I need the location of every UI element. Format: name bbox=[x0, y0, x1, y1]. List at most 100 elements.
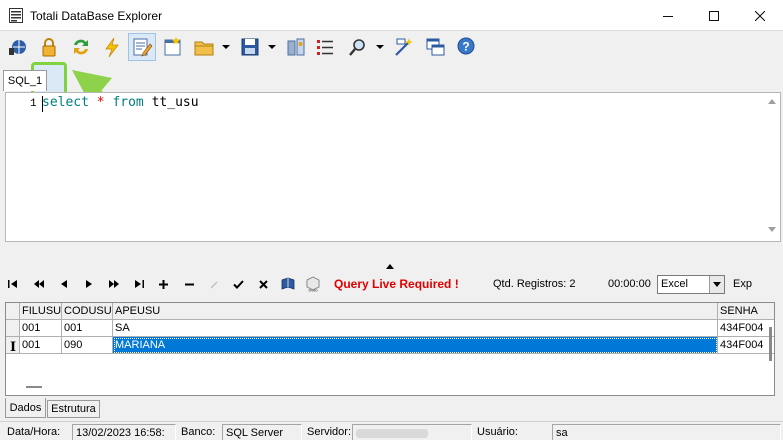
nav-next-button[interactable] bbox=[80, 275, 98, 293]
grid-cell[interactable]: 434F004 bbox=[718, 337, 774, 354]
status-banco-label: Banco: bbox=[181, 426, 216, 438]
status-usuario-label: Usuário: bbox=[477, 426, 518, 438]
line-gutter: 1 bbox=[6, 93, 40, 241]
grid-indicator-header bbox=[6, 303, 20, 320]
nav-edit-button[interactable] bbox=[205, 275, 223, 293]
next-page-icon bbox=[109, 280, 119, 288]
minimize-button[interactable] bbox=[645, 0, 691, 31]
properties-button[interactable] bbox=[282, 33, 310, 61]
check-icon bbox=[232, 279, 244, 289]
tab-sql-1[interactable]: SQL_1 bbox=[3, 70, 47, 91]
grid-horizontal-scrollbar[interactable] bbox=[26, 386, 42, 388]
close-button[interactable] bbox=[737, 0, 783, 31]
status-usuario-value: sa bbox=[552, 424, 781, 440]
lock-button[interactable] bbox=[35, 33, 63, 61]
column-header-apeusu[interactable]: APEUSU bbox=[113, 303, 718, 320]
status-datahora-value: 13/02/2023 16:58: bbox=[72, 424, 176, 440]
grid-cell[interactable]: 001 bbox=[62, 320, 113, 337]
find-button[interactable] bbox=[344, 33, 372, 61]
prior-icon bbox=[61, 280, 67, 288]
save-icon bbox=[241, 38, 259, 56]
export-format-select[interactable]: Excel bbox=[657, 275, 725, 294]
first-icon bbox=[8, 280, 17, 288]
sql-editor[interactable]: 1 select * from tt_usu bbox=[5, 92, 781, 242]
grid-cell[interactable]: 001 bbox=[20, 337, 62, 354]
wizard-button[interactable] bbox=[390, 33, 418, 61]
nav-post-button[interactable] bbox=[229, 275, 247, 293]
splitter-arrow-icon[interactable] bbox=[386, 264, 394, 269]
scroll-thumb[interactable] bbox=[769, 327, 772, 361]
grid-vertical-scrollbar[interactable] bbox=[768, 321, 774, 381]
column-header-filusu[interactable]: FILUSU bbox=[20, 303, 62, 320]
nav-next-page-button[interactable] bbox=[105, 275, 123, 293]
app-icon bbox=[9, 8, 23, 23]
status-servidor-value bbox=[352, 424, 472, 440]
open-dropdown[interactable] bbox=[222, 43, 230, 51]
status-datahora-label: Data/Hora: bbox=[7, 426, 61, 438]
grid-cell[interactable]: 434F004 bbox=[718, 320, 774, 337]
nav-first-button[interactable] bbox=[4, 275, 22, 293]
edit-icon bbox=[133, 38, 153, 57]
new-button[interactable] bbox=[159, 33, 187, 61]
last-icon bbox=[135, 280, 144, 288]
grid-cell[interactable]: SA bbox=[113, 320, 718, 337]
grid-cell[interactable]: 090 bbox=[62, 337, 113, 354]
keyword-from: from bbox=[112, 95, 144, 110]
windows-button[interactable] bbox=[421, 33, 449, 61]
editor-scrollbar[interactable] bbox=[764, 93, 780, 241]
refresh-icon bbox=[74, 39, 88, 55]
line-number: 1 bbox=[30, 98, 37, 110]
new-icon bbox=[164, 37, 181, 56]
row-indicator[interactable] bbox=[6, 320, 20, 337]
text-cursor-icon: I bbox=[10, 340, 17, 355]
nav-insert-button[interactable] bbox=[154, 275, 172, 293]
edit-button[interactable] bbox=[128, 33, 156, 61]
minimize-icon bbox=[663, 15, 673, 17]
status-servidor-label: Servidor: bbox=[307, 426, 352, 438]
export-format-value: Excel bbox=[661, 278, 688, 290]
grid-cell[interactable]: 001 bbox=[20, 320, 62, 337]
save-dropdown[interactable] bbox=[268, 43, 276, 51]
list-button[interactable] bbox=[311, 33, 339, 61]
connect-button[interactable] bbox=[4, 33, 32, 61]
svg-text:Goto: Goto bbox=[308, 288, 318, 293]
tab-dados-label: Dados bbox=[9, 401, 42, 414]
close-icon bbox=[755, 10, 765, 21]
find-dropdown[interactable] bbox=[376, 43, 384, 51]
minus-icon bbox=[184, 283, 194, 285]
maximize-button[interactable] bbox=[691, 0, 737, 31]
result-grid[interactable]: FILUSU CODUSU APEUSU SENHA 001 001 SA 43… bbox=[5, 302, 775, 396]
open-button[interactable] bbox=[190, 33, 218, 61]
keyword-select: select bbox=[42, 95, 89, 110]
tab-estrutura[interactable]: Estrutura bbox=[47, 400, 100, 418]
grid-cell-selected[interactable]: MARIANA bbox=[113, 337, 718, 354]
column-header-codusu[interactable]: CODUSU bbox=[62, 303, 113, 320]
nav-refresh-button[interactable] bbox=[279, 275, 297, 293]
code-line[interactable]: select * from tt_usu bbox=[42, 95, 199, 110]
redacted-server bbox=[356, 428, 428, 438]
execute-icon bbox=[105, 37, 119, 58]
export-button[interactable]: Exp bbox=[733, 278, 752, 290]
save-button[interactable] bbox=[236, 33, 264, 61]
open-folder-icon bbox=[194, 41, 214, 56]
lock-icon bbox=[42, 38, 56, 57]
text-caret bbox=[42, 96, 43, 112]
nav-cancel-button[interactable] bbox=[254, 275, 272, 293]
windows-icon bbox=[426, 38, 445, 56]
execute-button[interactable] bbox=[98, 33, 126, 61]
scroll-down-icon[interactable] bbox=[768, 227, 776, 232]
properties-icon bbox=[287, 38, 305, 56]
window-title: Totali DataBase Explorer bbox=[30, 9, 163, 23]
column-header-senha[interactable]: SENHA bbox=[718, 303, 774, 320]
nav-delete-button[interactable] bbox=[180, 275, 198, 293]
nav-goto-button[interactable]: Goto bbox=[304, 275, 322, 293]
nav-prior-page-button[interactable] bbox=[30, 275, 48, 293]
scroll-up-icon[interactable] bbox=[768, 99, 776, 104]
nav-last-button[interactable] bbox=[130, 275, 148, 293]
help-button[interactable]: ? bbox=[452, 33, 480, 61]
query-live-warning: Query Live Required ! bbox=[334, 277, 459, 291]
tab-dados[interactable]: Dados bbox=[5, 398, 46, 418]
nav-prior-button[interactable] bbox=[55, 275, 73, 293]
chevron-down-icon[interactable] bbox=[709, 276, 724, 293]
refresh-button[interactable] bbox=[67, 33, 95, 61]
